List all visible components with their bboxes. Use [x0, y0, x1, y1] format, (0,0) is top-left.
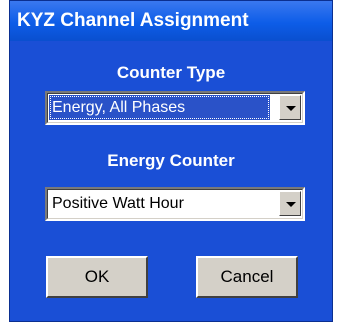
energy-counter-label: Energy Counter: [107, 151, 235, 170]
chevron-down-icon: [286, 202, 296, 207]
dialog-title: KYZ Channel Assignment: [17, 10, 249, 31]
counter-type-label: Counter Type: [116, 63, 226, 82]
ok-button-label: OK: [84, 267, 110, 286]
energy-counter-select[interactable]: Positive Watt Hour: [45, 187, 305, 221]
ok-button[interactable]: OK: [46, 256, 148, 298]
counter-type-selected-value[interactable]: Energy, All Phases: [49, 95, 270, 120]
energy-counter-dropdown-button[interactable]: [279, 191, 301, 216]
cancel-button-label: Cancel: [220, 267, 274, 286]
counter-type-select[interactable]: Energy, All Phases: [45, 91, 305, 125]
kyz-channel-assignment-dialog: KYZ Channel Assignment Counter Type Ener…: [9, 0, 333, 322]
dialog-title-bar[interactable]: KYZ Channel Assignment: [10, 1, 332, 41]
counter-type-dropdown-button[interactable]: [279, 95, 301, 120]
chevron-down-icon: [286, 106, 296, 111]
energy-counter-selected-value[interactable]: Positive Watt Hour: [49, 191, 184, 216]
cancel-button[interactable]: Cancel: [196, 256, 298, 298]
